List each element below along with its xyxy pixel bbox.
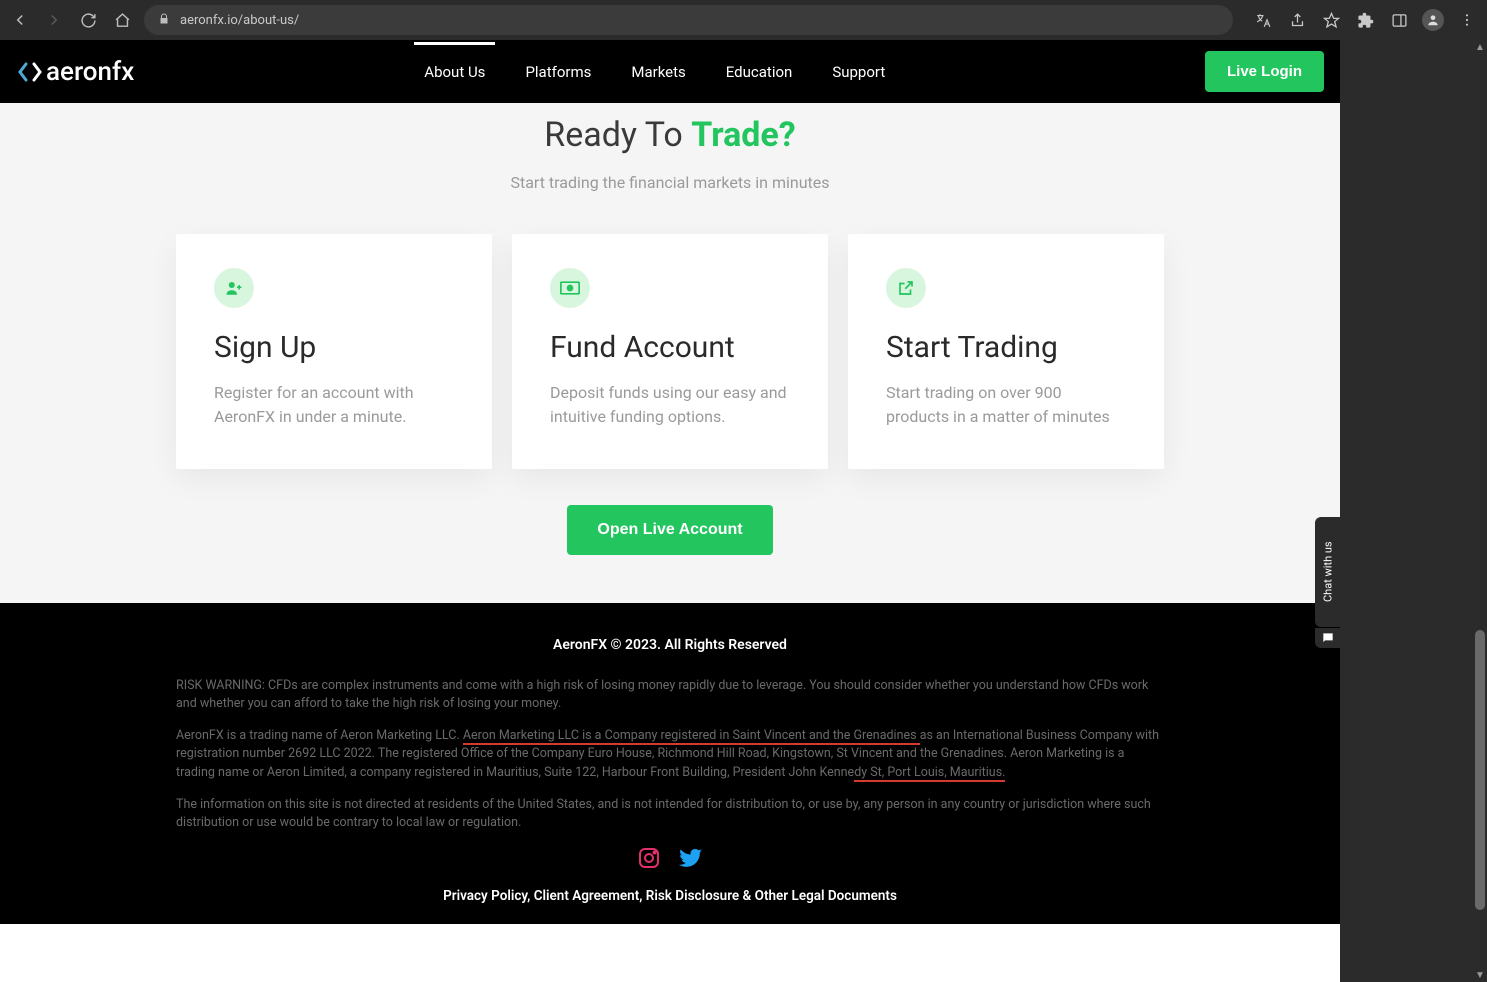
side-panel-icon[interactable]	[1387, 8, 1411, 32]
footer-company-info: AeronFX is a trading name of Aeron Marke…	[176, 727, 1164, 781]
site-footer: AeronFX © 2023. All Rights Reserved RISK…	[0, 603, 1340, 924]
feature-cards: Sign Up Register for an account with Aer…	[0, 234, 1340, 469]
hero-title-accent: Trade?	[691, 115, 795, 155]
extensions-icon[interactable]	[1353, 8, 1377, 32]
footer-underlined-1: Aeron Marketing LLC is a Company registe…	[463, 728, 920, 745]
nav-markets[interactable]: Markets	[631, 43, 685, 101]
logo-text: aeronfx	[46, 57, 134, 87]
profile-avatar[interactable]	[1421, 8, 1445, 32]
footer-underlined-2: dy St, Port Louis, Mauritius.	[854, 765, 1005, 782]
card-desc: Register for an account with AeronFX in …	[214, 381, 454, 429]
site-logo[interactable]: aeronfx	[16, 57, 134, 87]
hero-title-plain: Ready To	[544, 115, 691, 155]
kebab-menu-icon[interactable]	[1455, 8, 1479, 32]
lock-icon	[158, 13, 170, 28]
scroll-down-arrow[interactable]: ▼	[1473, 968, 1487, 982]
home-button[interactable]	[110, 8, 134, 32]
site-header: aeronfx About Us Platforms Markets Educa…	[0, 40, 1340, 103]
money-icon	[550, 268, 590, 308]
forward-button[interactable]	[42, 8, 66, 32]
back-button[interactable]	[8, 8, 32, 32]
footer-legal-links[interactable]: Privacy Policy, Client Agreement, Risk D…	[176, 888, 1164, 904]
reload-button[interactable]	[76, 8, 100, 32]
card-title: Sign Up	[214, 330, 454, 365]
card-title: Start Trading	[886, 330, 1126, 365]
nav-platforms[interactable]: Platforms	[525, 43, 591, 101]
nav-support[interactable]: Support	[832, 43, 885, 101]
card-fund-account: Fund Account Deposit funds using our eas…	[512, 234, 828, 469]
logo-icon	[16, 60, 44, 84]
nav-about-us[interactable]: About Us	[424, 43, 485, 101]
social-links	[176, 846, 1164, 870]
card-sign-up: Sign Up Register for an account with Aer…	[176, 234, 492, 469]
address-bar[interactable]: aeronfx.io/about-us/	[144, 5, 1233, 35]
scroll-up-arrow[interactable]: ▲	[1473, 40, 1487, 54]
instagram-icon[interactable]	[637, 846, 661, 870]
hero-subtitle: Start trading the financial markets in m…	[0, 173, 1340, 192]
page-viewport: aeronfx About Us Platforms Markets Educa…	[0, 40, 1340, 982]
chat-bubble-icon[interactable]	[1315, 628, 1341, 648]
vertical-scrollbar[interactable]: ▲ ▼	[1473, 40, 1487, 982]
url-text: aeronfx.io/about-us/	[180, 13, 299, 28]
user-plus-icon	[214, 268, 254, 308]
bookmark-star-icon[interactable]	[1319, 8, 1343, 32]
browser-toolbar: aeronfx.io/about-us/	[0, 0, 1487, 40]
chat-tab[interactable]: Chat with us	[1315, 517, 1341, 627]
scrollbar-thumb[interactable]	[1475, 630, 1485, 910]
footer-risk-warning: RISK WARNING: CFDs are complex instrumen…	[176, 677, 1164, 713]
card-desc: Start trading on over 900 products in a …	[886, 381, 1126, 429]
share-icon[interactable]	[1285, 8, 1309, 32]
main-nav: About Us Platforms Markets Education Sup…	[424, 43, 885, 101]
nav-education[interactable]: Education	[726, 43, 793, 101]
open-live-account-button[interactable]: Open Live Account	[567, 505, 772, 555]
footer-jurisdiction: The information on this site is not dire…	[176, 796, 1164, 832]
twitter-icon[interactable]	[679, 846, 703, 870]
hero-title: Ready To Trade?	[0, 115, 1340, 155]
card-title: Fund Account	[550, 330, 790, 365]
share-icon	[886, 268, 926, 308]
translate-icon[interactable]	[1251, 8, 1275, 32]
live-login-button[interactable]: Live Login	[1205, 51, 1324, 92]
footer-text: AeronFX is a trading name of Aeron Marke…	[176, 728, 463, 743]
card-start-trading: Start Trading Start trading on over 900 …	[848, 234, 1164, 469]
footer-copyright: AeronFX © 2023. All Rights Reserved	[176, 637, 1164, 653]
main-content: Ready To Trade? Start trading the financ…	[0, 103, 1340, 603]
card-desc: Deposit funds using our easy and intuiti…	[550, 381, 790, 429]
